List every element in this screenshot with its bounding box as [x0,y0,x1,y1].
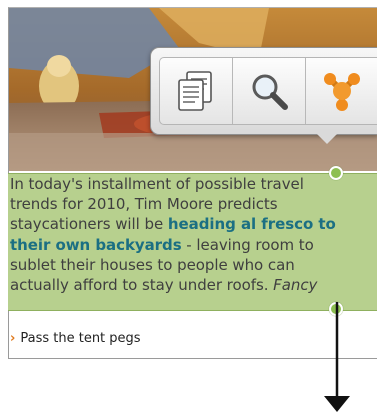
selection-start-handle[interactable] [329,166,343,180]
image-caption: › Pass the tent pegs [10,331,141,346]
article-line: their own backyards - leaving room to [10,235,374,255]
search-icon [252,74,288,110]
popup-pointer [316,133,338,144]
caption-text: Pass the tent pegs [20,331,141,346]
article-text[interactable]: In today's installment of possible trave… [10,174,374,295]
copy-button[interactable] [160,58,233,124]
article-text-segment: - leaving room to [181,235,314,254]
article-text-segment: actually afford to stay under roofs. [10,275,274,294]
share-button[interactable] [306,58,377,124]
article-link[interactable]: their own backyards [10,236,182,254]
share-icon [324,73,360,111]
article-text-segment: staycationers will be [10,215,168,234]
popup-button-bar [159,57,377,125]
article-italic-text: Fancy [273,275,318,294]
selection-action-popup [150,47,377,135]
article-line: trends for 2010, Tim Moore predicts [10,195,278,214]
chevron-right-icon: › [10,331,16,346]
article-link[interactable]: heading al fresco to [168,215,336,233]
search-button[interactable] [233,58,306,124]
article-line: actually afford to stay under roofs. Fan… [10,275,374,295]
drag-down-arrow-icon [324,302,350,412]
article-line: In today's installment of possible trave… [10,175,304,193]
article-line: staycationers will be heading al fresco … [10,214,374,234]
article-line: sublet their houses to people who can [10,255,295,274]
copy-icon [178,71,212,111]
